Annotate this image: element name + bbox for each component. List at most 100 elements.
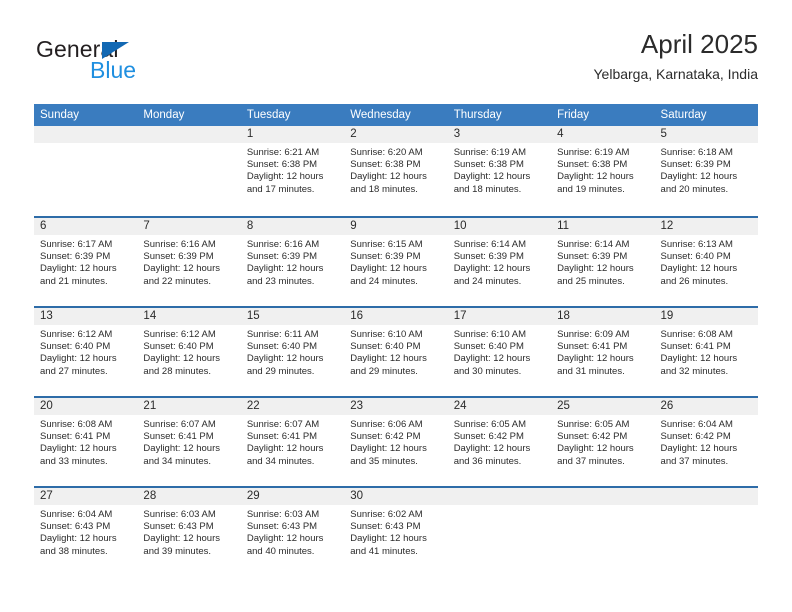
daylight-text-line2: and 34 minutes.: [246, 455, 315, 467]
weekday-header-thursday: Thursday: [453, 109, 502, 121]
calendar-day-cell[interactable]: 5 Sunrise: 6:18 AM Sunset: 6:39 PM Daylight…: [654, 126, 758, 216]
day-number: 12: [660, 220, 674, 232]
daylight-text-line2: and 18 minutes.: [350, 183, 418, 195]
calendar-day-cell[interactable]: 7 Sunrise: 6:16 AM Sunset: 6:39 PM Daylight…: [137, 218, 241, 306]
daylight-text-line1: Daylight: 12 hours: [143, 263, 220, 275]
calendar-day-cell[interactable]: 10 Sunrise: 6:14 AM Sunset: 6:39 PM Dayligh…: [447, 218, 552, 306]
calendar-day-cell[interactable]: 29 Sunrise: 6:03 AM Sunset: 6:43 PM Dayligh…: [240, 488, 345, 576]
calendar-day-cell[interactable]: 13 Sunrise: 6:12 AM Sunset: 6:40 PM Dayligh…: [34, 308, 138, 396]
calendar-day-cell[interactable]: 23 Sunrise: 6:06 AM Sunset: 6:42 PM Dayligh…: [344, 398, 448, 486]
calendar-day-cell[interactable]: 19 Sunrise: 6:08 AM Sunset: 6:41 PM Dayligh…: [654, 308, 758, 396]
daylight-text-line1: Daylight: 12 hours: [143, 353, 220, 365]
day-number: 17: [453, 310, 467, 322]
daylight-text-line1: Daylight: 12 hours: [350, 443, 427, 455]
day-sun-info: Sunrise: 6:12 AM Sunset: 6:40 PM Daylight:…: [40, 329, 131, 378]
sunset-text: Sunset: 6:40 PM: [246, 341, 318, 353]
sunset-text: Sunset: 6:40 PM: [660, 251, 731, 263]
calendar-day-cell[interactable]: 27 Sunrise: 6:04 AM Sunset: 6:43 PM Dayligh…: [34, 488, 138, 576]
calendar-day-cell[interactable]: 3 Sunrise: 6:19 AM Sunset: 6:38 PM Daylight…: [447, 126, 552, 216]
daylight-text-line2: and 33 minutes.: [40, 455, 108, 467]
day-sun-info: Sunrise: 6:13 AM Sunset: 6:40 PM Daylight:…: [661, 239, 752, 288]
calendar-day-cell[interactable]: 6 Sunrise: 6:17 AM Sunset: 6:39 PM Daylight…: [34, 218, 138, 306]
sunset-text: Sunset: 6:41 PM: [557, 341, 628, 353]
day-sun-info: Sunrise: 6:04 AM Sunset: 6:42 PM Daylight:…: [661, 419, 752, 468]
calendar-day-cell[interactable]: 11 Sunrise: 6:14 AM Sunset: 6:39 PM Dayligh…: [551, 218, 655, 306]
sunrise-text: Sunrise: 6:12 AM: [143, 329, 216, 340]
calendar-day-cell[interactable]: 26 Sunrise: 6:04 AM Sunset: 6:42 PM Dayligh…: [654, 398, 758, 486]
sunset-text: Sunset: 6:42 PM: [557, 431, 628, 443]
sunrise-text: Sunrise: 6:03 AM: [246, 509, 320, 520]
sunset-text: Sunset: 6:41 PM: [143, 431, 214, 443]
day-sun-info: Sunrise: 6:21 AM Sunset: 6:38 PM Daylight:…: [247, 147, 338, 196]
daylight-text-line1: Daylight: 12 hours: [143, 443, 220, 455]
day-number: 1: [246, 128, 254, 140]
calendar-day-cell[interactable]: 12 Sunrise: 6:13 AM Sunset: 6:40 PM Dayligh…: [654, 218, 758, 306]
day-sun-info: Sunrise: 6:05 AM Sunset: 6:42 PM Daylight:…: [557, 419, 648, 468]
calendar-day-cell[interactable]: 2 Sunrise: 6:20 AM Sunset: 6:38 PM Daylight…: [344, 126, 448, 216]
calendar-day-cell[interactable]: 21 Sunrise: 6:07 AM Sunset: 6:41 PM Dayligh…: [137, 398, 241, 486]
day-sun-info: Sunrise: 6:08 AM Sunset: 6:41 PM Daylight:…: [661, 329, 752, 378]
day-number: [40, 126, 131, 143]
sunrise-text: Sunrise: 6:08 AM: [40, 419, 113, 430]
calendar-day-cell[interactable]: 22 Sunrise: 6:07 AM Sunset: 6:41 PM Dayligh…: [240, 398, 345, 486]
sunset-text: Sunset: 6:43 PM: [350, 521, 421, 533]
day-number: 7: [143, 220, 150, 232]
logo-text-blue: Blue: [90, 57, 137, 83]
page-title: April 2025: [640, 29, 758, 59]
calendar-week-row: 6 Sunrise: 6:17 AM Sunset: 6:39 PM Daylight…: [34, 216, 758, 306]
sunrise-text: Sunrise: 6:04 AM: [660, 419, 733, 430]
sunrise-text: Sunrise: 6:16 AM: [246, 239, 320, 250]
sunrise-text: Sunrise: 6:21 AM: [246, 147, 320, 158]
daylight-text-line1: Daylight: 12 hours: [453, 353, 531, 365]
calendar-day-cell[interactable]: 14 Sunrise: 6:12 AM Sunset: 6:40 PM Dayligh…: [137, 308, 241, 396]
calendar-day-cell[interactable]: 24 Sunrise: 6:05 AM Sunset: 6:42 PM Dayligh…: [447, 398, 552, 486]
daylight-text-line1: Daylight: 12 hours: [453, 263, 531, 275]
daylight-text-line2: and 28 minutes.: [143, 365, 212, 377]
day-sun-info: Sunrise: 6:19 AM Sunset: 6:38 PM Daylight:…: [454, 147, 545, 196]
daylight-text-line2: and 34 minutes.: [143, 455, 212, 467]
calendar-day-cell[interactable]: 1 Sunrise: 6:21 AM Sunset: 6:38 PM Daylight…: [240, 126, 345, 216]
day-number: 21: [143, 400, 157, 412]
calendar-day-cell[interactable]: 17 Sunrise: 6:10 AM Sunset: 6:40 PM Dayligh…: [447, 308, 552, 396]
sunrise-text: Sunrise: 6:02 AM: [350, 509, 423, 520]
calendar-day-cell[interactable]: 20 Sunrise: 6:08 AM Sunset: 6:41 PM Dayligh…: [34, 398, 138, 486]
calendar-day-cell[interactable]: 25 Sunrise: 6:05 AM Sunset: 6:42 PM Dayligh…: [551, 398, 655, 486]
weekday-header-friday: Friday: [557, 109, 590, 121]
day-sun-info: Sunrise: 6:14 AM Sunset: 6:39 PM Daylight:…: [454, 239, 545, 288]
sunset-text: Sunset: 6:41 PM: [660, 341, 731, 353]
day-number: 30: [350, 490, 364, 502]
sunrise-text: Sunrise: 6:19 AM: [453, 147, 527, 158]
day-number: 11: [557, 220, 570, 232]
weekday-header-tuesday: Tuesday: [246, 109, 291, 121]
daylight-text-line2: and 40 minutes.: [246, 545, 315, 557]
day-sun-info: Sunrise: 6:18 AM Sunset: 6:39 PM Daylight:…: [661, 147, 752, 196]
daylight-text-line1: Daylight: 12 hours: [143, 533, 220, 545]
calendar-day-cell[interactable]: 18 Sunrise: 6:09 AM Sunset: 6:41 PM Dayligh…: [551, 308, 655, 396]
day-sun-info: Sunrise: 6:07 AM Sunset: 6:41 PM Daylight:…: [143, 419, 234, 468]
calendar-week-row: 27 Sunrise: 6:04 AM Sunset: 6:43 PM Dayligh…: [34, 486, 758, 576]
daylight-text-line2: and 22 minutes.: [143, 275, 212, 287]
calendar-day-cell[interactable]: 15 Sunrise: 6:11 AM Sunset: 6:40 PM Dayligh…: [240, 308, 345, 396]
day-number: 15: [246, 310, 260, 322]
calendar-day-cell[interactable]: 28 Sunrise: 6:03 AM Sunset: 6:43 PM Dayligh…: [137, 488, 241, 576]
calendar-day-cell[interactable]: 9 Sunrise: 6:15 AM Sunset: 6:39 PM Daylight…: [344, 218, 448, 306]
daylight-text-line2: and 36 minutes.: [453, 455, 522, 467]
sunrise-text: Sunrise: 6:03 AM: [143, 509, 216, 520]
sunset-text: Sunset: 6:39 PM: [453, 251, 524, 263]
calendar-day-cell[interactable]: 4 Sunrise: 6:19 AM Sunset: 6:38 PM Daylight…: [551, 126, 655, 216]
calendar-weeks: 1 Sunrise: 6:21 AM Sunset: 6:38 PM Daylight…: [34, 126, 758, 576]
day-number: 4: [557, 128, 564, 140]
day-sun-info: Sunrise: 6:04 AM Sunset: 6:43 PM Daylight:…: [40, 509, 131, 558]
calendar-day-cell[interactable]: 8 Sunrise: 6:16 AM Sunset: 6:39 PM Daylight…: [240, 218, 345, 306]
sunset-text: Sunset: 6:40 PM: [40, 341, 111, 353]
daylight-text-line1: Daylight: 12 hours: [246, 443, 324, 455]
day-number: 13: [40, 310, 53, 322]
generalblue-logo[interactable]: General Blue: [34, 30, 294, 90]
day-sun-info: Sunrise: 6:08 AM Sunset: 6:41 PM Daylight:…: [40, 419, 131, 468]
sunrise-text: Sunrise: 6:05 AM: [453, 419, 527, 430]
calendar-day-cell[interactable]: 16 Sunrise: 6:10 AM Sunset: 6:40 PM Dayligh…: [344, 308, 448, 396]
daylight-text-line1: Daylight: 12 hours: [350, 171, 427, 183]
calendar-day-cell[interactable]: 30 Sunrise: 6:02 AM Sunset: 6:43 PM Dayligh…: [344, 488, 448, 576]
day-number: [557, 488, 648, 505]
sunset-text: Sunset: 6:43 PM: [40, 521, 111, 533]
